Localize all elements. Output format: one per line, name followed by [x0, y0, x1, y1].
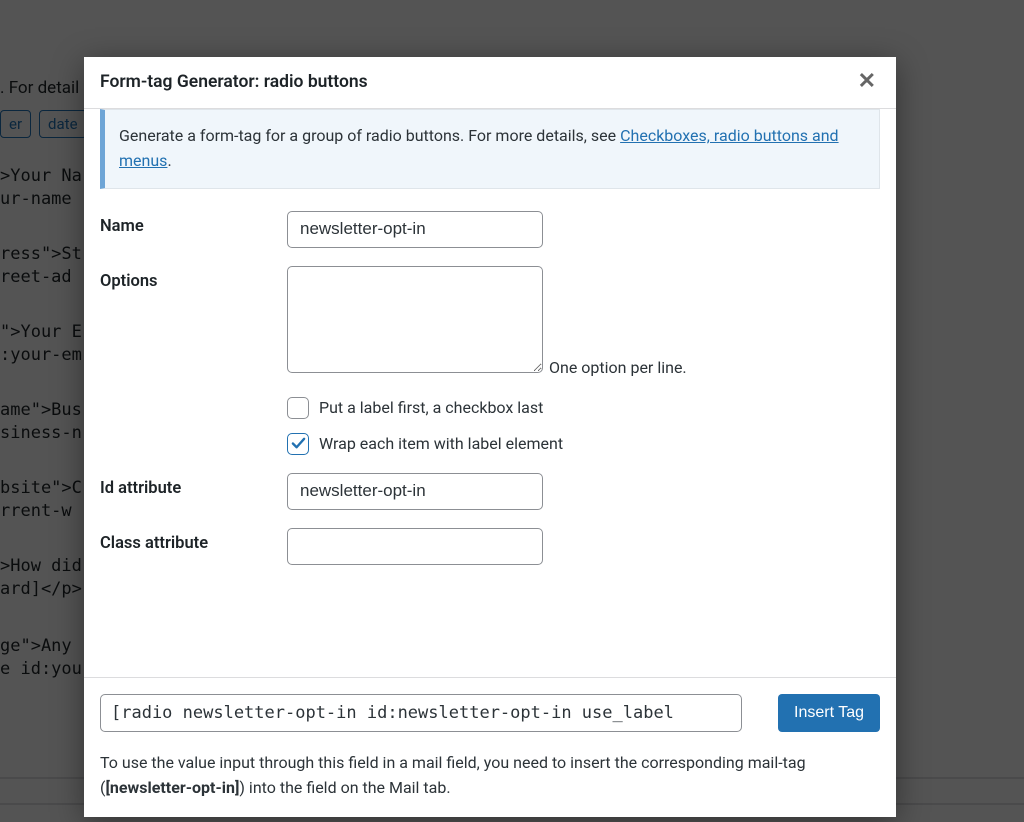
help-tag: [newsletter-opt-in]: [105, 778, 239, 797]
options-textarea[interactable]: [287, 266, 543, 373]
insert-tag-button[interactable]: Insert Tag: [778, 694, 880, 732]
checkbox-label-first-text: Put a label first, a checkbox last: [319, 398, 543, 417]
row-name: Name: [100, 211, 880, 248]
row-id: Id attribute: [100, 473, 880, 510]
modal-title: Form-tag Generator: radio buttons: [100, 72, 368, 92]
help-suffix: ) into the field on the Mail tab.: [239, 778, 450, 797]
label-id: Id attribute: [100, 473, 287, 498]
id-input[interactable]: [287, 473, 543, 510]
modal-footer: Insert Tag To use the value input throug…: [84, 677, 896, 817]
modal-body: Generate a form-tag for a group of radio…: [84, 108, 896, 677]
name-input[interactable]: [287, 211, 543, 248]
checkbox-wrap-label-text: Wrap each item with label element: [319, 434, 563, 453]
close-icon[interactable]: ✕: [854, 69, 880, 94]
row-options: Options One option per line. Put a label…: [100, 266, 880, 455]
info-text-prefix: Generate a form-tag for a group of radio…: [119, 126, 620, 145]
control-cell-options: One option per line. Put a label first, …: [287, 266, 880, 455]
class-input[interactable]: [287, 528, 543, 565]
control-cell-name: [287, 211, 880, 248]
options-hint: One option per line.: [549, 358, 687, 377]
modal-header: Form-tag Generator: radio buttons ✕: [84, 57, 896, 108]
label-class: Class attribute: [100, 528, 287, 553]
checkbox-label-first[interactable]: [287, 397, 309, 419]
row-class: Class attribute: [100, 528, 880, 565]
control-cell-id: [287, 473, 880, 510]
tag-output-input[interactable]: [100, 694, 742, 732]
checkbox-row-label-first: Put a label first, a checkbox last: [287, 397, 880, 419]
form-tag-generator-modal: Form-tag Generator: radio buttons ✕ Gene…: [84, 57, 896, 817]
control-cell-class: [287, 528, 880, 565]
label-name: Name: [100, 211, 287, 236]
label-options: Options: [100, 266, 287, 291]
info-text-suffix: .: [167, 151, 171, 170]
checkbox-row-wrap: Wrap each item with label element: [287, 433, 880, 455]
info-banner: Generate a form-tag for a group of radio…: [100, 109, 880, 189]
checkbox-wrap-label[interactable]: [287, 433, 309, 455]
footer-help-text: To use the value input through this fiel…: [100, 750, 880, 801]
tag-row: Insert Tag: [100, 694, 880, 732]
